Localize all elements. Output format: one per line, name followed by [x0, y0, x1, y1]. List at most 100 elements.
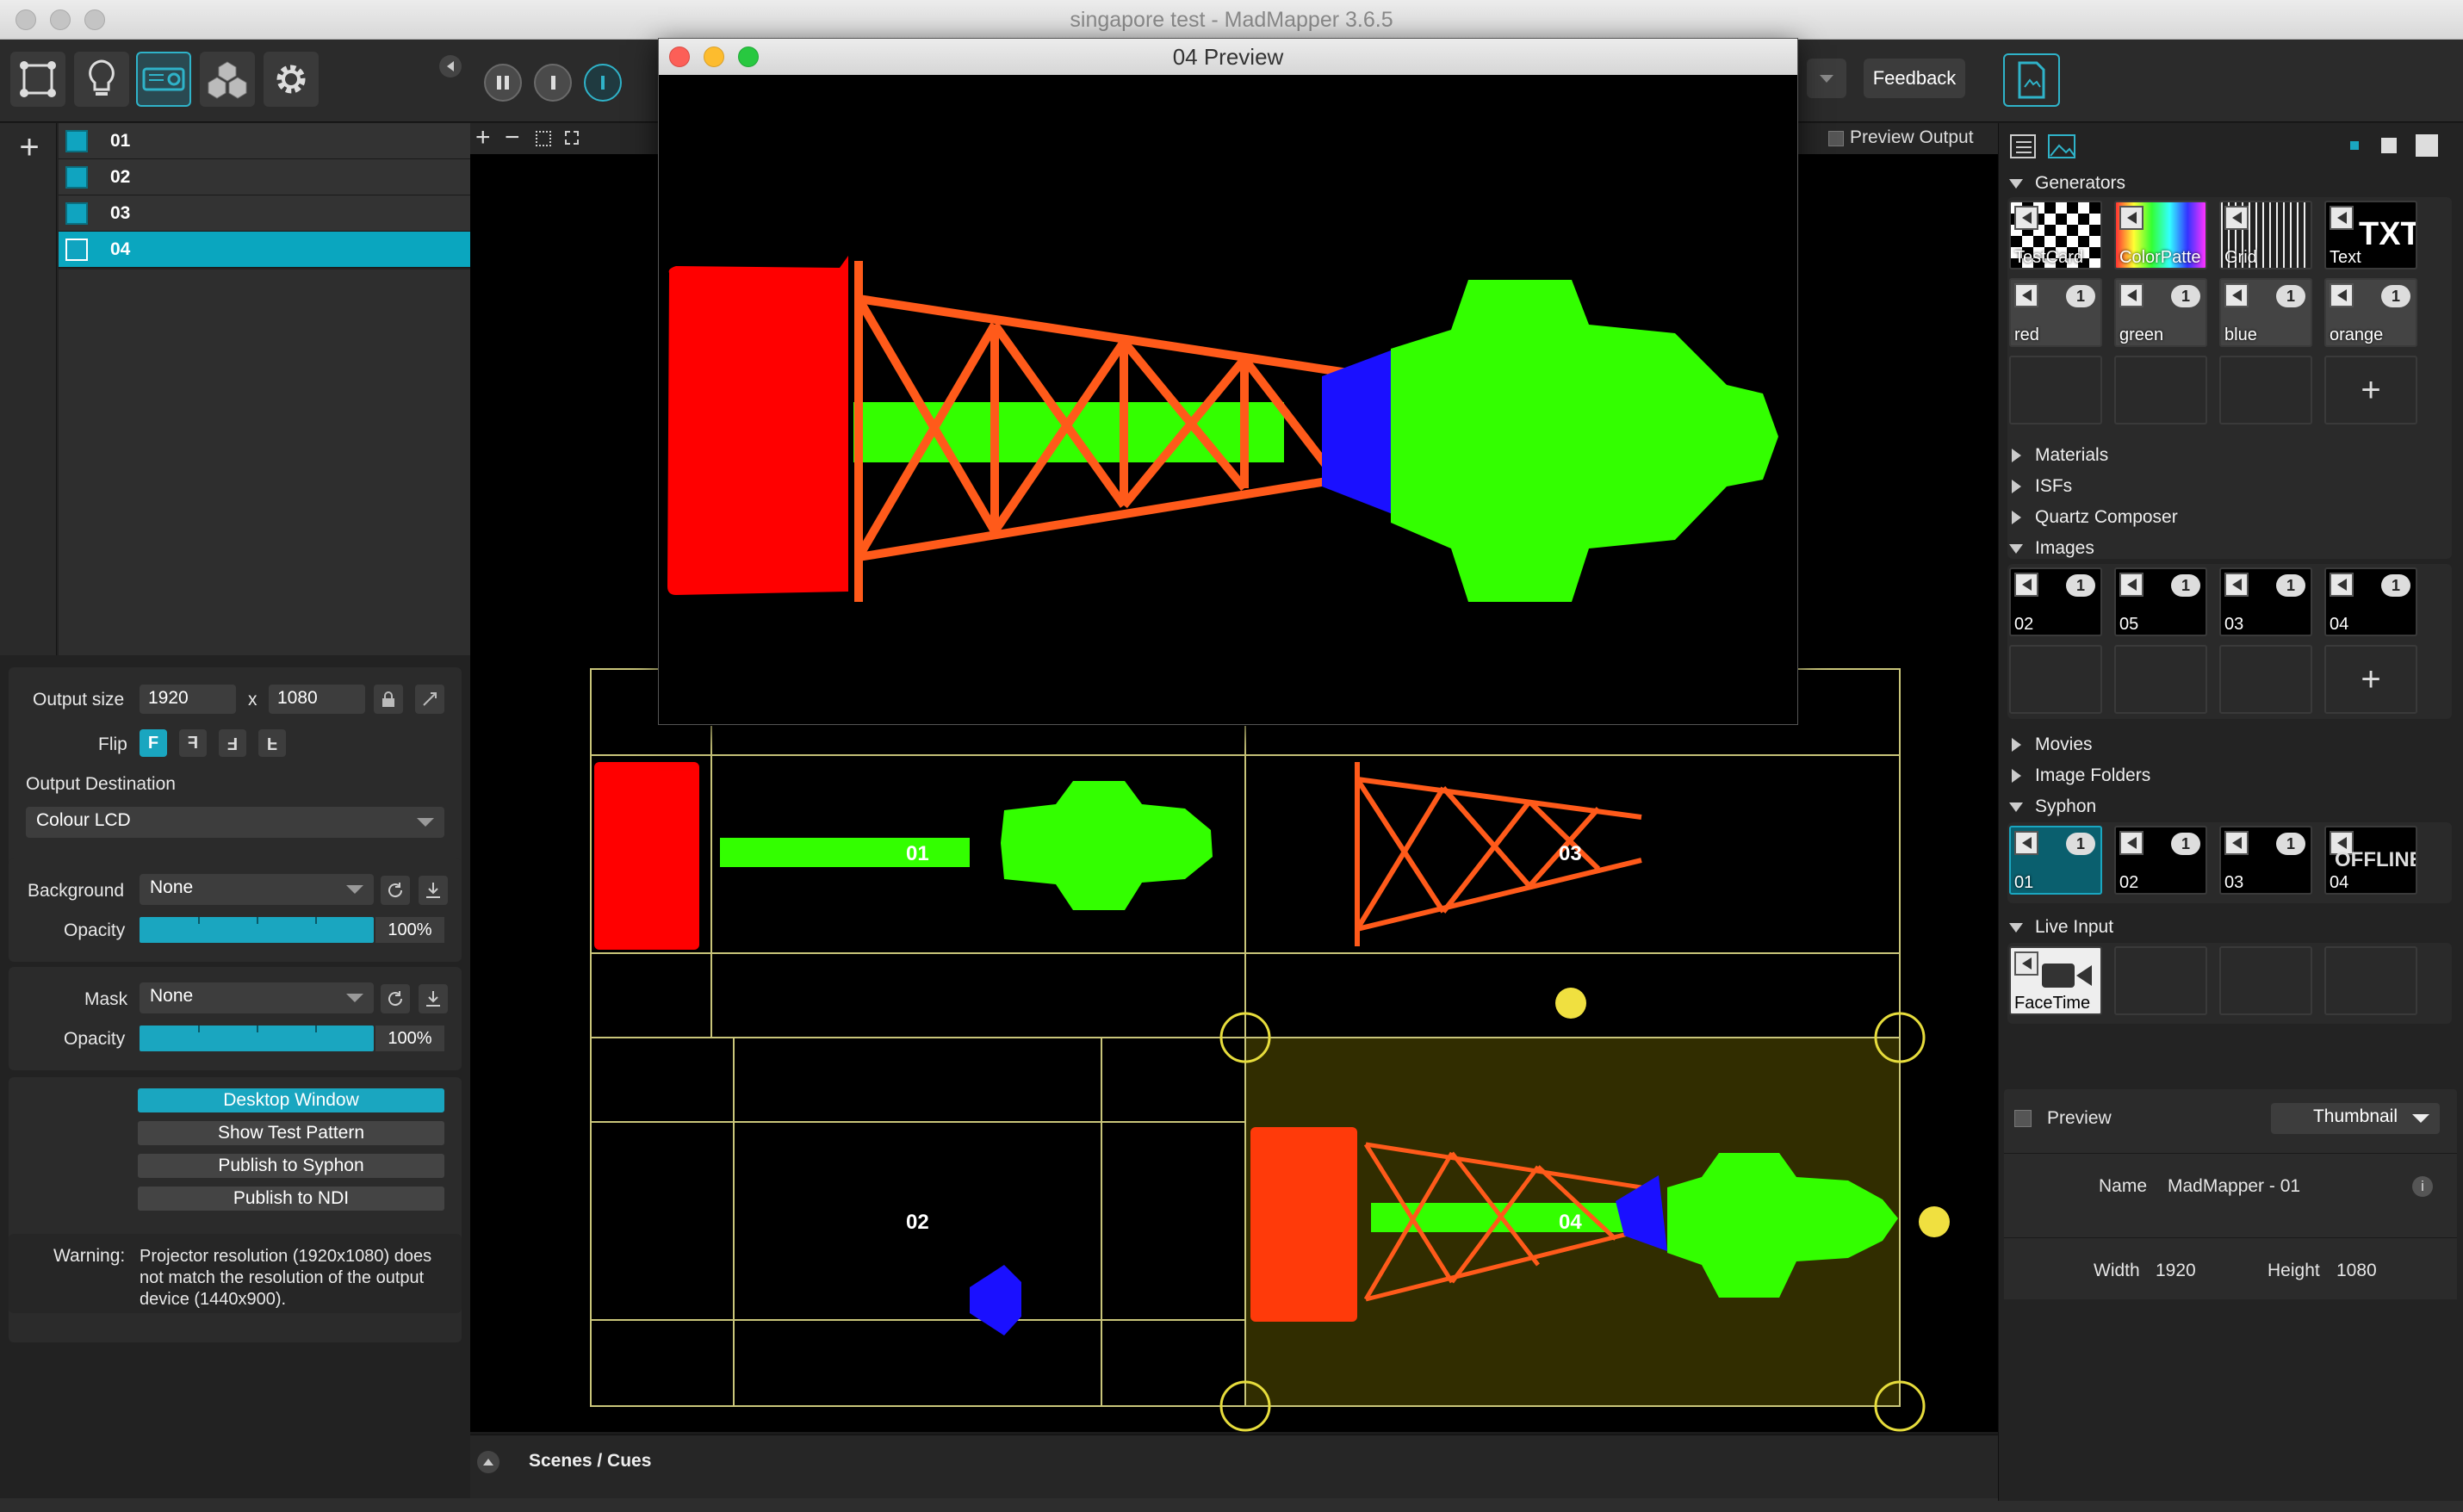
- play-icon[interactable]: [2014, 951, 2038, 976]
- image-04[interactable]: 1 04: [2324, 567, 2417, 636]
- empty-slot[interactable]: [2114, 356, 2207, 424]
- empty-slot[interactable]: [2324, 946, 2417, 1015]
- generator-colorpattern[interactable]: ColorPatte: [2114, 201, 2207, 270]
- mask-select[interactable]: None: [140, 982, 374, 1013]
- image-03[interactable]: 1 03: [2219, 567, 2312, 636]
- move-handle-icon[interactable]: [1555, 988, 1586, 1019]
- show-test-pattern-button[interactable]: Show Test Pattern: [138, 1121, 444, 1145]
- publish-to-syphon-button[interactable]: Publish to Syphon: [138, 1154, 444, 1178]
- surfaces-mode-button[interactable]: [10, 52, 65, 107]
- preview-minimize-button[interactable]: [704, 46, 724, 67]
- modules-mode-button[interactable]: [200, 52, 255, 107]
- lights-mode-button[interactable]: [74, 52, 129, 107]
- mask-reload-button[interactable]: [381, 984, 410, 1013]
- play-sync-button[interactable]: [584, 64, 622, 102]
- mask-import-button[interactable]: [419, 984, 448, 1013]
- empty-slot[interactable]: [2219, 645, 2312, 714]
- play-icon[interactable]: [2014, 831, 2038, 855]
- syphon-03[interactable]: 1 03: [2219, 826, 2312, 895]
- generators-header[interactable]: Generators: [2009, 173, 2125, 194]
- stop-button[interactable]: [534, 64, 572, 102]
- play-icon[interactable]: [2224, 573, 2249, 597]
- live-input-header[interactable]: Live Input: [2009, 917, 2113, 938]
- empty-slot[interactable]: [2009, 356, 2102, 424]
- mask-opacity-slider[interactable]: [140, 1026, 374, 1051]
- preview-zoom-button[interactable]: [738, 46, 759, 67]
- image-view-icon[interactable]: [2047, 132, 2078, 161]
- generator-red[interactable]: 1 red: [2009, 278, 2102, 347]
- flip-none-button[interactable]: F: [140, 729, 167, 757]
- play-icon[interactable]: [2119, 283, 2143, 307]
- generator-orange[interactable]: 1 orange: [2324, 278, 2417, 347]
- fit-view-button[interactable]: [536, 131, 551, 146]
- play-icon[interactable]: [2330, 206, 2354, 230]
- preview-output-checkbox[interactable]: [1828, 131, 1844, 146]
- lock-aspect-button[interactable]: [374, 685, 403, 714]
- outputs-mode-button[interactable]: [136, 52, 191, 107]
- surface-color-swatch[interactable]: [65, 165, 88, 189]
- generator-green[interactable]: 1 green: [2114, 278, 2207, 347]
- flip-both-button[interactable]: F: [219, 729, 246, 757]
- surface-color-swatch[interactable]: [65, 238, 88, 261]
- toolbar-dropdown[interactable]: [1807, 59, 1846, 98]
- background-reload-button[interactable]: [381, 876, 410, 905]
- preview-checkbox[interactable]: [2014, 1110, 2032, 1127]
- live-input-facetime[interactable]: FaceTime: [2009, 946, 2102, 1015]
- output-destination-select[interactable]: Colour LCD: [26, 807, 444, 838]
- output-height-field[interactable]: 1080: [269, 685, 365, 714]
- flip-horizontal-button[interactable]: F: [179, 729, 207, 757]
- match-resolution-button[interactable]: [415, 685, 444, 714]
- desktop-window-button[interactable]: Desktop Window: [138, 1088, 444, 1112]
- surface-color-swatch[interactable]: [65, 201, 88, 225]
- play-icon[interactable]: [2014, 283, 2038, 307]
- rotate-handle-icon[interactable]: [1919, 1206, 1950, 1237]
- syphon-04[interactable]: OFFLINE 04: [2324, 826, 2417, 895]
- zoom-out-button[interactable]: −: [505, 123, 520, 152]
- list-view-icon[interactable]: [2009, 132, 2038, 161]
- play-icon[interactable]: [2224, 831, 2249, 855]
- image-05[interactable]: 1 05: [2114, 567, 2207, 636]
- add-surface-button[interactable]: +: [12, 130, 47, 164]
- pause-button[interactable]: [484, 64, 522, 102]
- settings-mode-button[interactable]: [264, 52, 319, 107]
- select-rect-button[interactable]: [565, 131, 579, 145]
- mask-opacity-value[interactable]: 100%: [375, 1026, 444, 1051]
- image-folders-header[interactable]: Image Folders: [2009, 765, 2150, 786]
- empty-slot[interactable]: [2114, 645, 2207, 714]
- play-icon[interactable]: [2330, 573, 2354, 597]
- play-icon[interactable]: [2014, 573, 2038, 597]
- info-icon[interactable]: i: [2412, 1176, 2433, 1197]
- empty-slot[interactable]: [2219, 356, 2312, 424]
- image-02[interactable]: 1 02: [2009, 567, 2102, 636]
- syphon-header[interactable]: Syphon: [2009, 796, 2096, 817]
- play-icon[interactable]: [2224, 283, 2249, 307]
- small-tiles-button[interactable]: [2350, 141, 2359, 150]
- empty-slot[interactable]: [2219, 946, 2312, 1015]
- quartz-composer-header[interactable]: Quartz Composer: [2009, 507, 2178, 528]
- syphon-01[interactable]: 1 01: [2009, 826, 2102, 895]
- isfs-header[interactable]: ISFs: [2009, 476, 2072, 497]
- movies-header[interactable]: Movies: [2009, 734, 2093, 755]
- materials-header[interactable]: Materials: [2009, 445, 2108, 466]
- empty-slot[interactable]: [2114, 946, 2207, 1015]
- surface-color-swatch[interactable]: [65, 129, 88, 152]
- library-view-button[interactable]: [2003, 53, 2060, 107]
- empty-slot[interactable]: [2009, 645, 2102, 714]
- play-icon[interactable]: [2330, 283, 2354, 307]
- medium-tiles-button[interactable]: [2381, 138, 2397, 153]
- output-width-field[interactable]: 1920: [140, 685, 236, 714]
- generator-testcard[interactable]: TestCard: [2009, 201, 2102, 270]
- publish-to-ndi-button[interactable]: Publish to NDI: [138, 1187, 444, 1211]
- images-header[interactable]: Images: [2009, 538, 2094, 559]
- large-tiles-button[interactable]: [2416, 134, 2438, 157]
- generator-grid[interactable]: Grid: [2219, 201, 2312, 270]
- background-opacity-slider[interactable]: [140, 917, 374, 943]
- background-select[interactable]: None: [140, 874, 374, 905]
- play-icon[interactable]: [2119, 573, 2143, 597]
- surface-row-01[interactable]: 01: [59, 123, 470, 159]
- zoom-in-button[interactable]: +: [475, 123, 491, 152]
- play-icon[interactable]: [2224, 206, 2249, 230]
- generator-text[interactable]: TXT Text: [2324, 201, 2417, 270]
- collapse-left-button[interactable]: [439, 55, 462, 77]
- background-import-button[interactable]: [419, 876, 448, 905]
